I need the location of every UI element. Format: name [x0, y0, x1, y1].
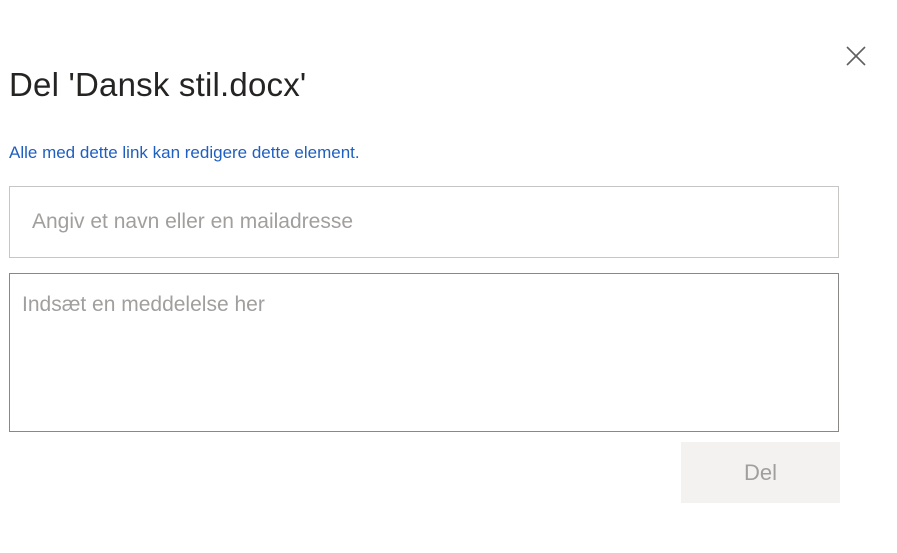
link-permission-text: Alle med dette link kan redigere dette e… — [9, 143, 360, 162]
share-button[interactable]: Del — [681, 442, 840, 503]
message-input[interactable] — [9, 273, 839, 432]
dialog-title: Del 'Dansk stil.docx' — [9, 66, 307, 103]
close-icon — [846, 46, 866, 66]
close-button[interactable] — [838, 38, 874, 74]
share-dialog: Del 'Dansk stil.docx' Alle med dette lin… — [0, 0, 897, 553]
recipient-input[interactable] — [9, 186, 839, 258]
